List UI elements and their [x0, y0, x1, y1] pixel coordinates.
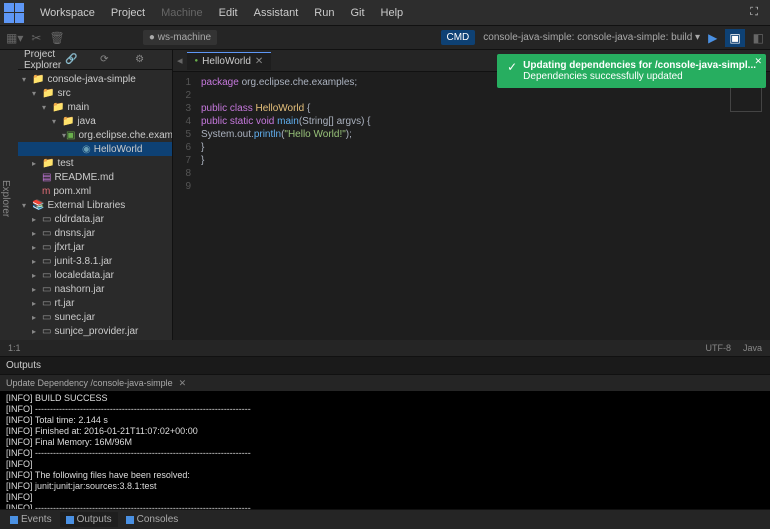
menu-workspace[interactable]: Workspace: [32, 7, 103, 19]
check-icon: ✓: [507, 60, 517, 82]
tree-jar[interactable]: ▸▭junit-3.8.1.jar: [18, 254, 172, 268]
refresh-icon[interactable]: ⟳: [100, 54, 131, 65]
tree-jar[interactable]: ▸▭sunjce_provider.jar: [18, 324, 172, 338]
editor-area: ◂ ● HelloWorld ✕ 123456789 package org.e…: [173, 50, 770, 340]
explorer-header: Project Explorer 🔗 ⟳ ⚙: [18, 50, 172, 70]
menu-project[interactable]: Project: [103, 7, 153, 19]
tree-main[interactable]: ▾📁main: [18, 100, 172, 114]
link-icon[interactable]: 🔗: [65, 54, 96, 65]
outputs-tab[interactable]: Update Dependency /console-java-simple✕: [0, 375, 770, 391]
tab-outputs[interactable]: Outputs: [60, 512, 118, 527]
new-icon[interactable]: ▦▾: [6, 31, 23, 45]
tree-readme[interactable]: ▤README.md: [18, 170, 172, 184]
code-lines[interactable]: package org.eclipse.che.examples; public…: [197, 72, 375, 340]
encoding: UTF-8: [705, 343, 731, 353]
close-tab-icon[interactable]: ✕: [255, 56, 263, 67]
notification-subtitle: Dependencies successfully updated: [523, 71, 756, 82]
language: Java: [743, 343, 762, 353]
tree-jar[interactable]: ▸▭dnsns.jar: [18, 226, 172, 240]
menu-machine[interactable]: Machine: [153, 7, 211, 19]
delete-icon[interactable]: 🗑: [49, 31, 64, 45]
cursor-position: 1:1: [8, 343, 21, 353]
notification-toast: ✓ Updating dependencies for /console-jav…: [497, 54, 766, 88]
menu-run[interactable]: Run: [306, 7, 342, 19]
outputs-header: Outputs: [0, 357, 770, 375]
tree-package[interactable]: ▾▣org.eclipse.che.examples: [18, 128, 172, 142]
tree-java[interactable]: ▾📁java: [18, 114, 172, 128]
terminal-icon[interactable]: ▣: [725, 29, 744, 47]
toolbar: ▦▾ ✂ 🗑 ● ws-machine CMD console-java-sim…: [0, 26, 770, 50]
tree-test[interactable]: ▸📁test: [18, 156, 172, 170]
tree-project[interactable]: ▾📁console-java-simple: [18, 72, 172, 86]
workspace-badge[interactable]: ● ws-machine: [143, 30, 217, 45]
top-menu-bar: Workspace Project Machine Edit Assistant…: [0, 0, 770, 26]
line-gutter: 123456789: [173, 72, 197, 340]
tree-jar[interactable]: ▸▭nashorn.jar: [18, 282, 172, 296]
tree-jar[interactable]: ▸▭jfxrt.jar: [18, 240, 172, 254]
project-explorer: Project Explorer 🔗 ⟳ ⚙ ▾📁console-java-si…: [18, 50, 173, 340]
menu-edit[interactable]: Edit: [211, 7, 246, 19]
tree-jar[interactable]: ▸▭cldrdata.jar: [18, 212, 172, 226]
menu-help[interactable]: Help: [373, 7, 412, 19]
file-tree: ▾📁console-java-simple ▾📁src ▾📁main ▾📁jav…: [18, 70, 172, 340]
bottom-tabs: Events Outputs Consoles: [0, 509, 770, 529]
menu-assistant[interactable]: Assistant: [246, 7, 307, 19]
tab-consoles[interactable]: Consoles: [120, 512, 185, 527]
cut-icon[interactable]: ✂: [31, 31, 41, 45]
close-output-tab-icon[interactable]: ✕: [179, 378, 187, 389]
cube-icon[interactable]: ◧: [753, 31, 764, 45]
console-output[interactable]: [INFO] BUILD SUCCESS[INFO] -------------…: [0, 391, 770, 509]
tree-jar[interactable]: ▸▭sunpkcs11.jar: [18, 338, 172, 340]
explorer-title: Project Explorer: [24, 50, 61, 71]
tree-src[interactable]: ▾📁src: [18, 86, 172, 100]
notification-title: Updating dependencies for /console-java-…: [523, 60, 756, 71]
cmd-badge: CMD: [441, 30, 476, 45]
file-status-icon: ●: [195, 58, 199, 64]
editor-tab-helloworld[interactable]: ● HelloWorld ✕: [187, 52, 272, 70]
left-sidebar[interactable]: Explorer: [0, 50, 18, 340]
menu-git[interactable]: Git: [342, 7, 372, 19]
tree-pom[interactable]: mpom.xml: [18, 184, 172, 198]
tab-events[interactable]: Events: [4, 512, 58, 527]
tab-prev-icon[interactable]: ◂: [173, 54, 187, 67]
outputs-panel: Outputs Update Dependency /console-java-…: [0, 356, 770, 509]
tree-jar[interactable]: ▸▭sunec.jar: [18, 310, 172, 324]
run-button[interactable]: ▶: [708, 31, 717, 45]
tree-jar[interactable]: ▸▭localedata.jar: [18, 268, 172, 282]
tree-extlib[interactable]: ▾📚External Libraries: [18, 198, 172, 212]
code-editor[interactable]: 123456789 package org.eclipse.che.exampl…: [173, 72, 770, 340]
editor-status-bar: 1:1 UTF-8 Java: [0, 340, 770, 356]
expand-icon[interactable]: ⛶: [742, 6, 766, 19]
tab-label: HelloWorld: [202, 56, 251, 67]
command-selector[interactable]: console-java-simple: console-java-simple…: [483, 32, 700, 43]
che-logo[interactable]: [4, 3, 24, 23]
tree-jar[interactable]: ▸▭rt.jar: [18, 296, 172, 310]
gear-icon[interactable]: ⚙: [135, 54, 166, 65]
close-notification-icon[interactable]: ✕: [754, 56, 762, 67]
tree-helloworld[interactable]: ◉HelloWorld: [18, 142, 172, 156]
